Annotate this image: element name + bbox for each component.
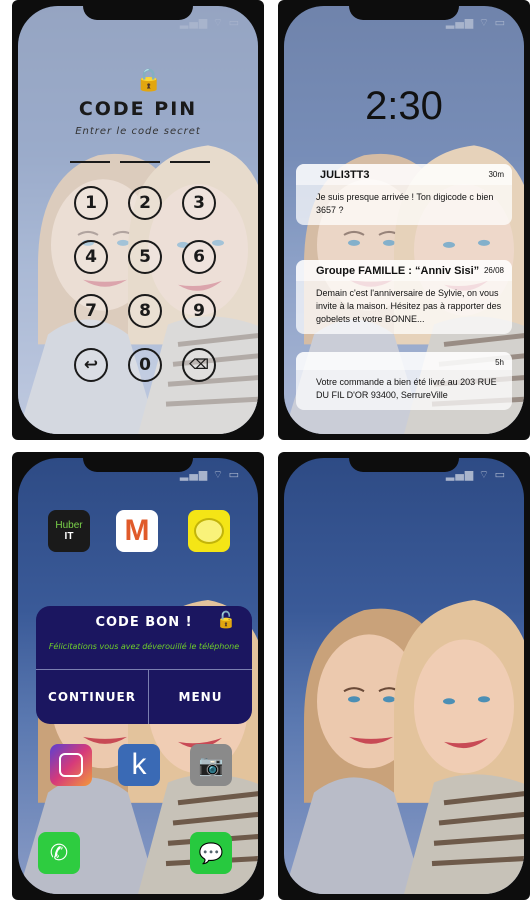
notification-body: Demain c'est l'anniversaire de Sylvie, o… [316, 288, 502, 324]
backspace-icon[interactable]: ⌫ [182, 348, 216, 382]
home-screen: ▂▄▆ ⌔ ▭ Huber IT M CODE BON ! 🔓 Félicita… [18, 458, 258, 894]
keypad-key-4[interactable]: 4 [74, 240, 108, 274]
clock-time: 2:30 [365, 84, 443, 128]
status-bar-icons: ▂▄▆ ⌔ ▭ [445, 16, 506, 29]
keypad-key-8[interactable]: 8 [128, 294, 162, 328]
phone-notch [83, 0, 193, 20]
snapchat-icon[interactable] [188, 510, 230, 552]
notification-time: 26/08 [483, 266, 504, 275]
pin-slot [120, 161, 160, 163]
back-arrow-icon[interactable]: ↩ [74, 348, 108, 382]
instagram-icon[interactable] [50, 744, 92, 786]
pin-screen: ▂▄▆ ⌔ ▭ 🔒 CODE PIN Entrer le code secret… [18, 6, 258, 434]
phone-notch [83, 452, 193, 472]
keypad-key-2[interactable]: 2 [128, 186, 162, 220]
keypad-key-9[interactable]: 9 [182, 294, 216, 328]
page-subtitle: Entrer le code secret [75, 126, 201, 137]
notification-sender: JULI3TT3 [320, 169, 370, 181]
notification-body: Je suis presque arrivée ! Ton digicode c… [316, 192, 494, 215]
pin-slot [170, 161, 210, 163]
pin-slot [70, 161, 110, 163]
keypad-key-7[interactable]: 7 [74, 294, 108, 328]
keypad-key-0[interactable]: 0 [128, 348, 162, 382]
unlock-success-dialog: CODE BON ! 🔓 Félicitations vous avez dév… [36, 606, 252, 724]
lock-icon: 🔒 [135, 68, 163, 93]
keypad-key-3[interactable]: 3 [182, 186, 216, 220]
lock-screen: ▂▄▆ ⌔ ▭ 2:30 JULI3TT3 30m Je suis presqu… [284, 6, 524, 434]
huber-app-icon[interactable]: Huber IT [48, 510, 90, 552]
keypad-key-5[interactable]: 5 [128, 240, 162, 274]
phone-wallpaper-screen: ▂▄▆ ⌔ ▭ [278, 452, 530, 900]
phone-home-screen: ▂▄▆ ⌔ ▭ Huber IT M CODE BON ! 🔓 Félicita… [12, 452, 264, 900]
status-bar-icons: ▂▄▆ ⌔ ▭ [179, 468, 240, 481]
keypad-key-6[interactable]: 6 [182, 240, 216, 274]
unlocked-padlock-icon: 🔓 [216, 610, 236, 629]
menu-button[interactable]: MENU [149, 669, 252, 724]
notification-time: 5h [495, 358, 504, 367]
phone-call-icon[interactable]: ✆ [38, 832, 80, 874]
mail-app-letter: M [124, 514, 150, 547]
pin-entry-slots [70, 161, 210, 163]
wallpaper-illustration [284, 458, 524, 894]
notification-sender: Groupe FAMILLE : “Anniv Sisi” [316, 265, 480, 277]
notification-time: 30m [488, 170, 504, 179]
camera-icon[interactable]: 📷 [190, 744, 232, 786]
continue-button[interactable]: CONTINUER [36, 669, 148, 724]
phone-pin-screen: ▂▄▆ ⌔ ▭ 🔒 CODE PIN Entrer le code secret… [12, 0, 264, 440]
huber-app-label-2: IT [64, 531, 74, 542]
phone-lock-screen: ▂▄▆ ⌔ ▭ 2:30 JULI3TT3 30m Je suis presqu… [278, 0, 530, 440]
phone-notch [349, 452, 459, 472]
k-app-icon[interactable]: k [118, 744, 160, 786]
notification-body: Votre commande a bien été livré au 203 R… [316, 377, 497, 400]
notification-card[interactable]: 5h Votre commande a bien été livré au 20… [296, 352, 512, 410]
mail-app-icon[interactable]: M [116, 510, 158, 552]
notification-card[interactable]: Groupe FAMILLE : “Anniv Sisi” 26/08 Dema… [296, 260, 512, 334]
status-bar-icons: ▂▄▆ ⌔ ▭ [445, 468, 506, 481]
huber-app-label: Huber [55, 520, 83, 531]
wallpaper-screen: ▂▄▆ ⌔ ▭ [284, 458, 524, 894]
page-title: CODE PIN [78, 98, 198, 120]
phone-notch [349, 0, 459, 20]
keypad-key-1[interactable]: 1 [74, 186, 108, 220]
dialog-message: Félicitations vous avez déverouillé le t… [48, 642, 240, 651]
messages-icon[interactable]: 💬 [190, 832, 232, 874]
notification-card[interactable]: JULI3TT3 30m Je suis presque arrivée ! T… [296, 164, 512, 225]
status-bar-icons: ▂▄▆ ⌔ ▭ [179, 16, 240, 29]
k-app-letter: k [131, 748, 147, 781]
